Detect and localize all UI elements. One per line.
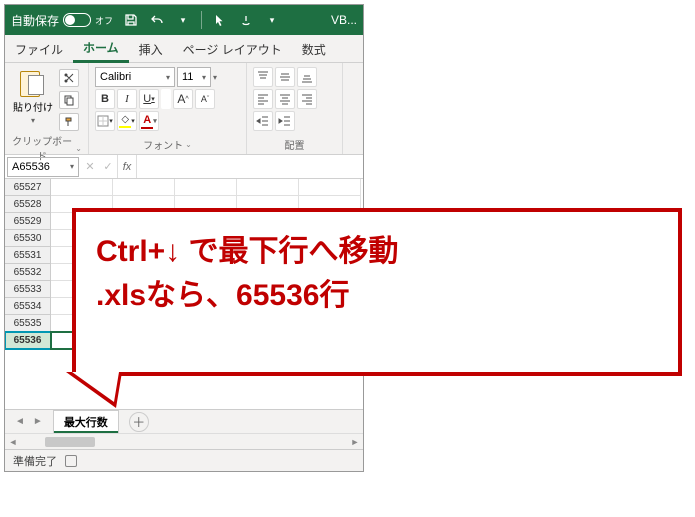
- annotation-callout: Ctrl+↓ で最下行へ移動 .xlsなら、65536行: [72, 208, 682, 376]
- fill-color-button[interactable]: ◇▾: [117, 111, 137, 131]
- align-left-button[interactable]: [253, 89, 273, 109]
- touch-mode-icon[interactable]: [238, 12, 254, 28]
- tab-page-layout[interactable]: ページ レイアウト: [173, 35, 292, 62]
- tab-insert[interactable]: 挿入: [129, 35, 173, 62]
- borders-button[interactable]: ▾: [95, 111, 115, 131]
- undo-dropdown-icon[interactable]: ▾: [175, 12, 191, 28]
- window-title: VB...: [331, 13, 357, 27]
- formula-bar: A65536▾ ✕ ✓ fx: [5, 155, 363, 179]
- cell[interactable]: [51, 179, 113, 196]
- font-color-button[interactable]: A▾: [139, 111, 159, 131]
- copy-button[interactable]: [59, 91, 79, 109]
- borders-icon: [97, 115, 109, 127]
- undo-icon[interactable]: [149, 12, 165, 28]
- cut-button[interactable]: [59, 69, 79, 87]
- scroll-thumb[interactable]: [45, 437, 95, 447]
- underline-button[interactable]: U▾: [139, 89, 159, 109]
- status-bar: 準備完了: [5, 449, 363, 471]
- chevron-down-icon: ▾: [202, 73, 206, 82]
- title-bar: 自動保存 オフ ▾ ▾ VB...: [5, 5, 363, 35]
- align-middle-button[interactable]: [275, 67, 295, 87]
- chevron-down-icon: ▾: [166, 73, 170, 82]
- font-name-combo[interactable]: Calibri▾: [95, 67, 175, 87]
- scissors-icon: [63, 72, 75, 84]
- chevron-down-icon: ▾: [70, 162, 74, 171]
- dialog-launcher-icon[interactable]: ⌄: [75, 144, 82, 153]
- sheet-nav-next-icon[interactable]: ►: [33, 416, 43, 427]
- font-size-combo[interactable]: 11▾: [177, 67, 211, 87]
- name-box[interactable]: A65536▾: [7, 157, 79, 177]
- fx-button[interactable]: fx: [117, 155, 137, 178]
- row-header[interactable]: 65530: [5, 230, 51, 247]
- autosave-label: 自動保存: [11, 12, 59, 29]
- copy-icon: [63, 94, 75, 106]
- row-header[interactable]: 65528: [5, 196, 51, 213]
- save-icon[interactable]: [123, 12, 139, 28]
- cell[interactable]: [113, 179, 175, 196]
- cell[interactable]: [175, 179, 237, 196]
- formula-input[interactable]: [137, 157, 363, 177]
- cursor-icon[interactable]: [212, 12, 228, 28]
- cancel-formula-button[interactable]: ✕: [81, 155, 99, 178]
- row-header[interactable]: 65533: [5, 281, 51, 298]
- bold-button[interactable]: B: [95, 89, 115, 109]
- autosave-state: オフ: [95, 14, 113, 27]
- enter-formula-button[interactable]: ✓: [99, 155, 117, 178]
- row-header[interactable]: 65527: [5, 179, 51, 196]
- qat-customize-icon[interactable]: ▾: [264, 12, 280, 28]
- format-painter-button[interactable]: [59, 113, 79, 131]
- tab-home[interactable]: ホーム: [73, 33, 129, 63]
- row-header[interactable]: 65534: [5, 298, 51, 315]
- font-size-dropdown-icon[interactable]: ▾: [213, 73, 217, 82]
- autosave-pill[interactable]: [63, 13, 91, 27]
- bucket-icon: ◇: [121, 114, 129, 125]
- align-top-button[interactable]: [253, 67, 273, 87]
- dialog-launcher-icon[interactable]: ⌄: [185, 140, 192, 149]
- row-header[interactable]: 65532: [5, 264, 51, 281]
- ribbon: 貼り付け ▾ クリップボード⌄: [5, 63, 363, 155]
- paste-icon: [20, 67, 46, 97]
- row-header[interactable]: 65535: [5, 315, 51, 332]
- cell[interactable]: [237, 179, 299, 196]
- increase-indent-button[interactable]: [275, 111, 295, 131]
- autosave-toggle[interactable]: 自動保存 オフ: [11, 12, 113, 29]
- ribbon-tabs: ファイル ホーム 挿入 ページ レイアウト 数式: [5, 35, 363, 63]
- row-header[interactable]: 65531: [5, 247, 51, 264]
- shrink-font-button[interactable]: Aˇ: [195, 89, 215, 109]
- decrease-indent-button[interactable]: [253, 111, 273, 131]
- status-ready: 準備完了: [13, 453, 57, 469]
- macro-record-icon[interactable]: [65, 455, 77, 467]
- sheet-nav-prev-icon[interactable]: ◄: [15, 416, 25, 427]
- align-right-button[interactable]: [297, 89, 317, 109]
- scroll-right-icon[interactable]: ►: [347, 434, 363, 450]
- paste-dropdown-icon[interactable]: ▾: [31, 116, 35, 125]
- alignment-group-label: 配置: [253, 135, 336, 152]
- sheet-tab-bar: ◄ ► 最大行数 ＋: [5, 409, 363, 433]
- tab-file[interactable]: ファイル: [5, 35, 73, 62]
- annotation-text: Ctrl+↓ で最下行へ移動 .xlsなら、65536行: [96, 230, 658, 317]
- font-group-label: フォント⌄: [95, 135, 240, 152]
- tab-formulas[interactable]: 数式: [292, 35, 336, 62]
- paste-button[interactable]: 貼り付け ▾: [11, 67, 55, 125]
- align-center-button[interactable]: [275, 89, 295, 109]
- sheet-tab[interactable]: 最大行数: [53, 410, 119, 433]
- horizontal-scrollbar[interactable]: ◄ ►: [5, 433, 363, 449]
- grid-row: 65527: [5, 179, 363, 196]
- paste-label: 貼り付け: [13, 99, 53, 114]
- align-bottom-button[interactable]: [297, 67, 317, 87]
- group-font: Calibri▾ 11▾ ▾ B I U▾ A^ Aˇ: [89, 63, 247, 154]
- grow-font-button[interactable]: A^: [173, 89, 193, 109]
- scroll-left-icon[interactable]: ◄: [5, 434, 21, 450]
- new-sheet-button[interactable]: ＋: [129, 412, 149, 432]
- brush-icon: [63, 116, 75, 128]
- group-alignment: 配置: [247, 63, 343, 154]
- separator: [201, 11, 202, 29]
- italic-button[interactable]: I: [117, 89, 137, 109]
- row-header[interactable]: 65536: [5, 332, 51, 349]
- row-header[interactable]: 65529: [5, 213, 51, 230]
- group-clipboard: 貼り付け ▾ クリップボード⌄: [5, 63, 89, 154]
- cell[interactable]: [299, 179, 361, 196]
